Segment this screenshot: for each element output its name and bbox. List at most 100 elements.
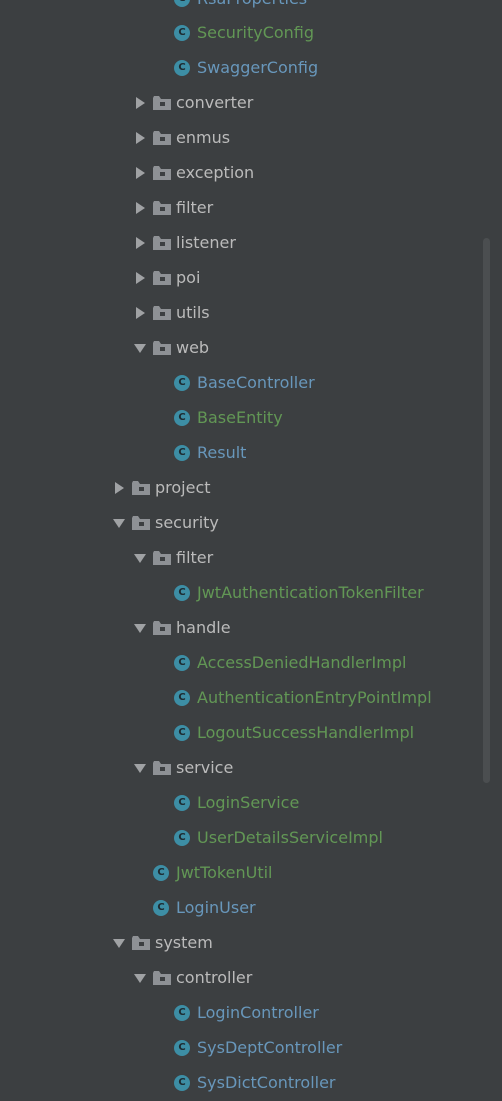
- collapse-arrow-icon[interactable]: [133, 341, 147, 355]
- folder-icon: [132, 516, 150, 530]
- collapse-arrow-icon[interactable]: [112, 516, 126, 530]
- tree-item-result[interactable]: C Result: [0, 436, 480, 471]
- collapse-arrow-icon[interactable]: [133, 761, 147, 775]
- tree-item-label: handle: [176, 618, 231, 637]
- tree-item-label: service: [176, 758, 234, 777]
- tree-item-label: Result: [197, 443, 247, 462]
- tree-item-security-config[interactable]: C SecurityConfig: [0, 16, 480, 51]
- expand-arrow-icon[interactable]: [133, 271, 147, 285]
- class-icon: C: [174, 0, 190, 7]
- expand-arrow-icon[interactable]: [133, 236, 147, 250]
- tree-item-label: listener: [176, 233, 236, 252]
- tree-item-label: security: [155, 513, 219, 532]
- tree-item-label: converter: [176, 93, 254, 112]
- class-icon: C: [174, 25, 190, 41]
- folder-icon: [153, 306, 171, 320]
- tree-item-label: SecurityConfig: [197, 23, 315, 42]
- collapse-arrow-icon[interactable]: [112, 936, 126, 950]
- class-icon: C: [153, 865, 169, 881]
- class-icon: C: [174, 795, 190, 811]
- tree-item-access-denied-handler-impl[interactable]: C AccessDeniedHandlerImpl: [0, 646, 480, 681]
- tree-item-label: utils: [176, 303, 210, 322]
- tree-item-base-controller[interactable]: C BaseController: [0, 366, 480, 401]
- collapse-arrow-icon[interactable]: [133, 971, 147, 985]
- tree-item-label: project: [155, 478, 211, 497]
- class-icon: C: [174, 60, 190, 76]
- tree-item-label: LoginService: [197, 793, 300, 812]
- tree-item-label: LoginController: [197, 1003, 319, 1022]
- tree-item-login-controller[interactable]: C LoginController: [0, 996, 480, 1031]
- tree-item-security[interactable]: security: [0, 506, 480, 541]
- tree-item-service[interactable]: service: [0, 751, 480, 786]
- tree-item-swagger-config[interactable]: C SwaggerConfig: [0, 51, 480, 86]
- tree-item-project[interactable]: project: [0, 471, 480, 506]
- tree-item-enmus[interactable]: enmus: [0, 121, 480, 156]
- tree-item-web[interactable]: web: [0, 331, 480, 366]
- vertical-scrollbar[interactable]: [483, 238, 490, 783]
- tree-item-label: AccessDeniedHandlerImpl: [197, 653, 407, 672]
- tree-item-label: exception: [176, 163, 255, 182]
- tree-item-poi[interactable]: poi: [0, 261, 480, 296]
- tree-item-rsa-properties[interactable]: C RsaProperties: [0, 0, 480, 17]
- expand-arrow-icon[interactable]: [133, 131, 147, 145]
- tree-item-jwt-token-util[interactable]: C JwtTokenUtil: [0, 856, 480, 891]
- expand-arrow-icon[interactable]: [133, 96, 147, 110]
- folder-icon: [153, 341, 171, 355]
- tree-item-handle[interactable]: handle: [0, 611, 480, 646]
- collapse-arrow-icon[interactable]: [133, 621, 147, 635]
- tree-item-exception[interactable]: exception: [0, 156, 480, 191]
- folder-icon: [153, 761, 171, 775]
- tree-item-label: SysDeptController: [197, 1038, 343, 1057]
- folder-icon: [132, 481, 150, 495]
- tree-item-filter[interactable]: filter: [0, 191, 480, 226]
- tree-item-logout-success-handler-impl[interactable]: C LogoutSuccessHandlerImpl: [0, 716, 480, 751]
- tree-item-sys-dept-controller[interactable]: C SysDeptController: [0, 1031, 480, 1066]
- tree-item-label: RsaProperties: [197, 0, 307, 9]
- project-tree: C RsaProperties C SecurityConfig C Swagg…: [0, 0, 502, 1092]
- class-icon: C: [174, 445, 190, 461]
- tree-item-label: JwtAuthenticationTokenFilter: [197, 583, 424, 602]
- folder-icon: [132, 936, 150, 950]
- tree-item-label: UserDetailsServiceImpl: [197, 828, 383, 847]
- tree-item-sys-dict-controller[interactable]: C SysDictController: [0, 1066, 480, 1101]
- tree-item-jwt-authentication-token-filter[interactable]: C JwtAuthenticationTokenFilter: [0, 576, 480, 611]
- class-icon: C: [174, 375, 190, 391]
- tree-item-authentication-entry-point-impl[interactable]: C AuthenticationEntryPointImpl: [0, 681, 480, 716]
- folder-icon: [153, 271, 171, 285]
- tree-item-base-entity[interactable]: C BaseEntity: [0, 401, 480, 436]
- tree-item-label: AuthenticationEntryPointImpl: [197, 688, 432, 707]
- class-icon: C: [153, 900, 169, 916]
- class-icon: C: [174, 655, 190, 671]
- tree-item-login-service[interactable]: C LoginService: [0, 786, 480, 821]
- class-icon: C: [174, 585, 190, 601]
- tree-item-label: BaseController: [197, 373, 315, 392]
- tree-item-label: JwtTokenUtil: [176, 863, 273, 882]
- tree-item-label: BaseEntity: [197, 408, 283, 427]
- folder-icon: [153, 131, 171, 145]
- tree-item-system[interactable]: system: [0, 926, 480, 961]
- tree-item-label: system: [155, 933, 213, 952]
- expand-arrow-icon[interactable]: [112, 481, 126, 495]
- tree-item-utils[interactable]: utils: [0, 296, 480, 331]
- class-icon: C: [174, 1075, 190, 1091]
- tree-item-label: poi: [176, 268, 201, 287]
- class-icon: C: [174, 1040, 190, 1056]
- expand-arrow-icon[interactable]: [133, 201, 147, 215]
- tree-item-label: web: [176, 338, 210, 357]
- tree-item-listener[interactable]: listener: [0, 226, 480, 261]
- tree-item-label: filter: [176, 548, 214, 567]
- folder-icon: [153, 551, 171, 565]
- tree-item-security-filter[interactable]: filter: [0, 541, 480, 576]
- tree-item-label: SwaggerConfig: [197, 58, 319, 77]
- tree-item-converter[interactable]: converter: [0, 86, 480, 121]
- tree-item-login-user[interactable]: C LoginUser: [0, 891, 480, 926]
- collapse-arrow-icon[interactable]: [133, 551, 147, 565]
- tree-item-controller[interactable]: controller: [0, 961, 480, 996]
- tree-item-label: enmus: [176, 128, 231, 147]
- folder-icon: [153, 621, 171, 635]
- tree-item-user-details-service-impl[interactable]: C UserDetailsServiceImpl: [0, 821, 480, 856]
- expand-arrow-icon[interactable]: [133, 306, 147, 320]
- class-icon: C: [174, 830, 190, 846]
- folder-icon: [153, 236, 171, 250]
- expand-arrow-icon[interactable]: [133, 166, 147, 180]
